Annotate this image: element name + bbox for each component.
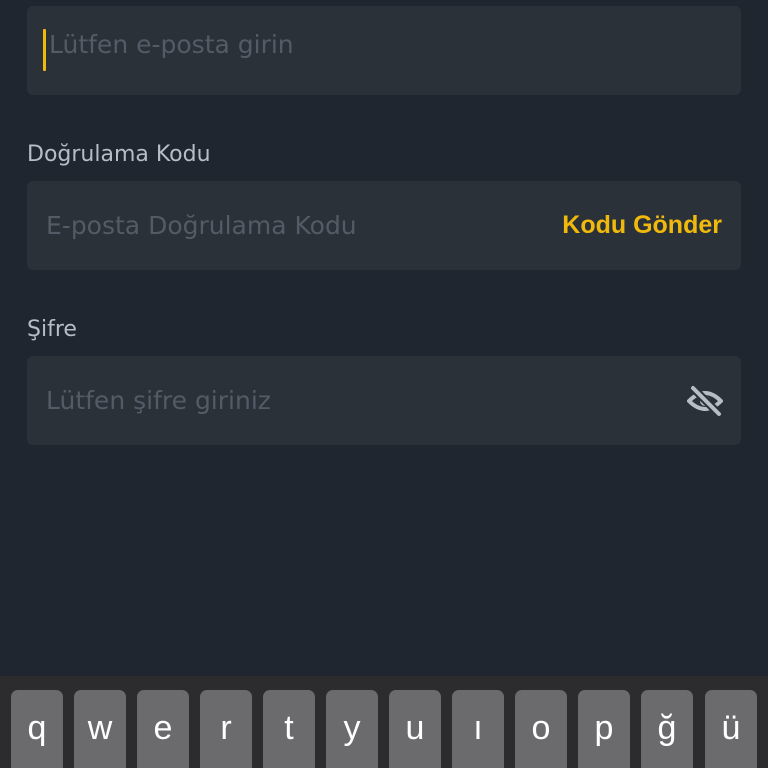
password-label: Şifre bbox=[27, 317, 77, 342]
key-p[interactable]: p bbox=[578, 690, 630, 768]
eye-off-icon[interactable] bbox=[687, 384, 723, 418]
verification-code-input[interactable]: E-posta Doğrulama Kodu Kodu Gönder bbox=[27, 181, 741, 270]
key-t[interactable]: t bbox=[263, 690, 315, 768]
key-u-umlaut[interactable]: ü bbox=[705, 690, 757, 768]
onscreen-keyboard: q w e r t y u ı o p ğ ü bbox=[0, 676, 768, 768]
verification-code-placeholder: E-posta Doğrulama Kodu bbox=[46, 211, 357, 240]
verification-code-label: Doğrulama Kodu bbox=[27, 142, 211, 167]
key-dotless-i[interactable]: ı bbox=[452, 690, 504, 768]
key-w[interactable]: w bbox=[74, 690, 126, 768]
email-placeholder: Lütfen e-posta girin bbox=[49, 30, 294, 59]
email-input[interactable]: Lütfen e-posta girin bbox=[27, 6, 741, 95]
key-y[interactable]: y bbox=[326, 690, 378, 768]
key-g-breve[interactable]: ğ bbox=[641, 690, 693, 768]
key-r[interactable]: r bbox=[200, 690, 252, 768]
text-caret bbox=[43, 29, 46, 71]
key-u[interactable]: u bbox=[389, 690, 441, 768]
password-placeholder: Lütfen şifre giriniz bbox=[46, 386, 271, 415]
send-code-button[interactable]: Kodu Gönder bbox=[562, 181, 722, 270]
key-o[interactable]: o bbox=[515, 690, 567, 768]
key-q[interactable]: q bbox=[11, 690, 63, 768]
key-e[interactable]: e bbox=[137, 690, 189, 768]
password-input[interactable]: Lütfen şifre giriniz bbox=[27, 356, 741, 445]
